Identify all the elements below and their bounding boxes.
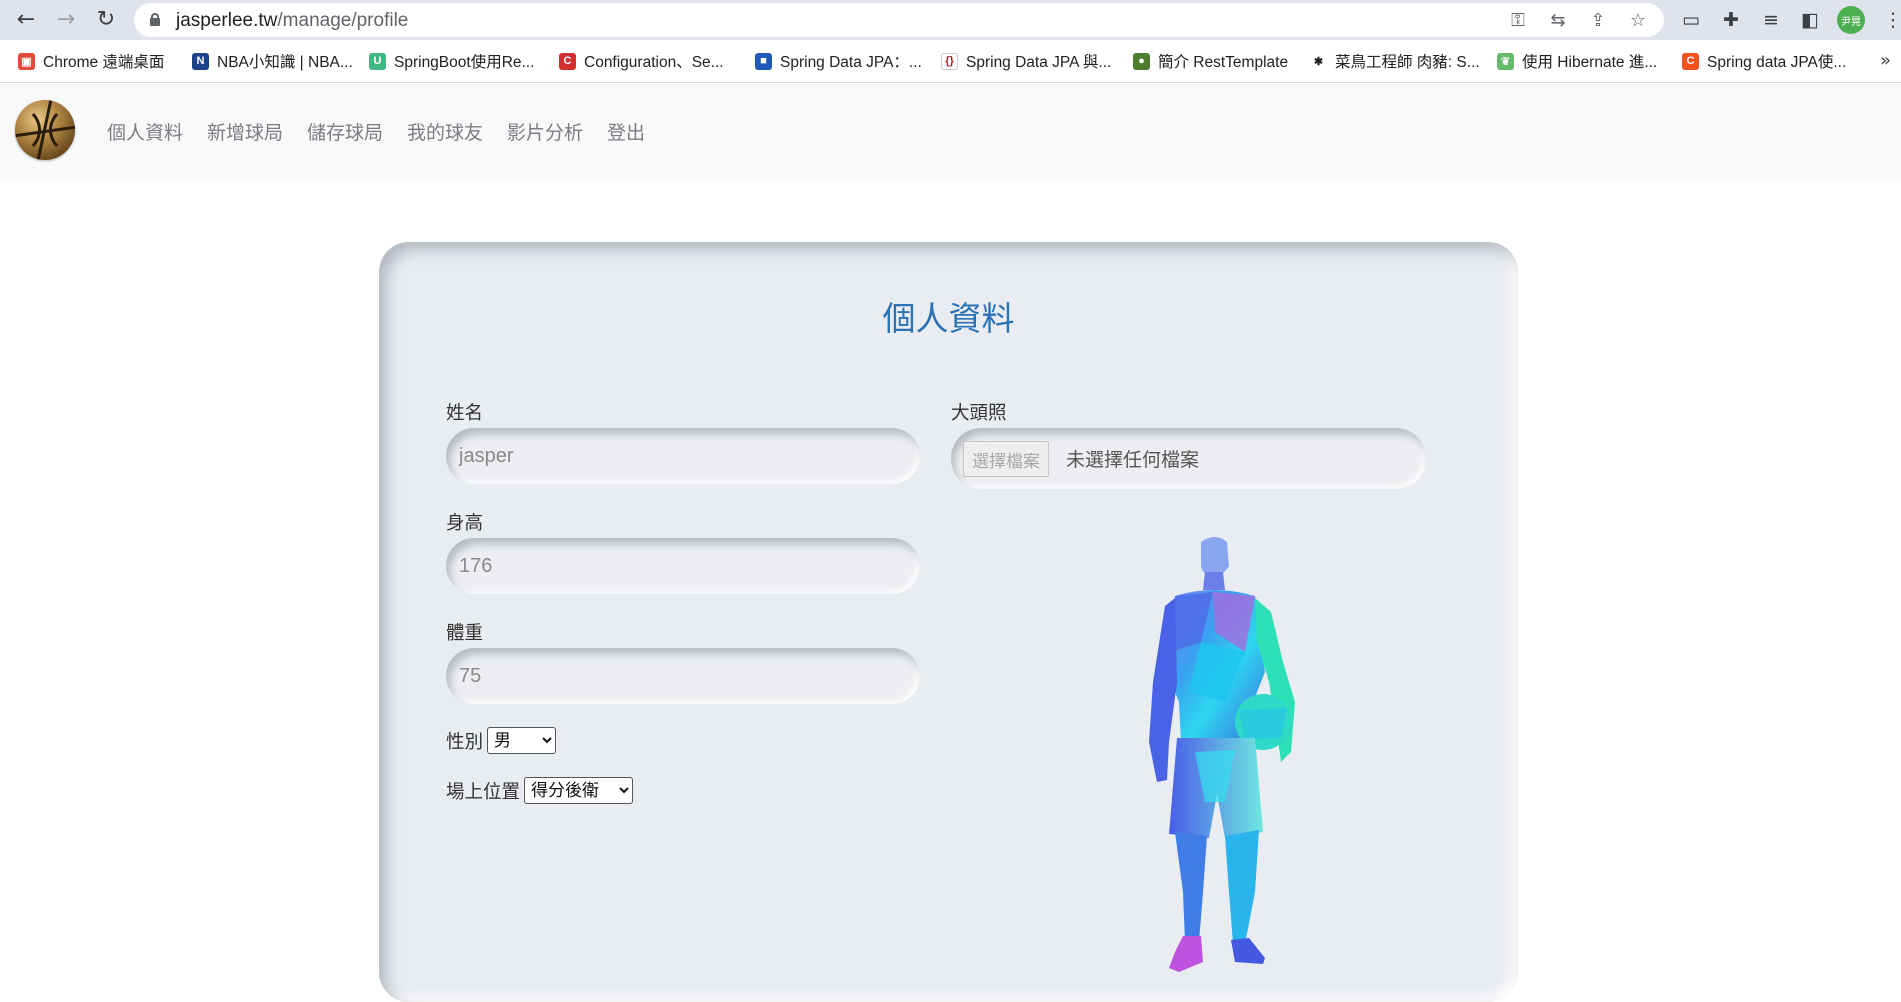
height-input[interactable]	[446, 538, 920, 594]
choose-file-button[interactable]: 選擇檔案	[963, 441, 1049, 477]
profile-card: 個人資料 姓名 身高 體重 性別 男 場上位置 得分後衛 大頭照 選擇檔案 未選…	[379, 242, 1518, 1002]
share-icon[interactable]: ⇪	[1586, 8, 1610, 32]
nav-link-new-game[interactable]: 新增球局	[207, 118, 283, 145]
weight-label: 體重	[446, 623, 484, 644]
nav-link-profile[interactable]: 個人資料	[107, 118, 183, 145]
bookmark-favicon-icon: C	[1682, 52, 1699, 70]
bookmark-item[interactable]: N NBA小知識 | NBA...	[192, 50, 353, 72]
bookmark-favicon-icon: ❦	[1497, 52, 1514, 70]
nav-link-video-analysis[interactable]: 影片分析	[507, 118, 583, 145]
gender-select[interactable]: 男	[487, 727, 557, 754]
side-panel-icon[interactable]: ◧	[1797, 7, 1823, 33]
nav-link-logout[interactable]: 登出	[607, 118, 645, 145]
bookmark-item[interactable]: ❦ 使用 Hibernate 進...	[1497, 50, 1657, 72]
bookmark-item[interactable]: {} Spring Data JPA 與...	[941, 50, 1111, 72]
key-icon[interactable]: ⚿	[1506, 8, 1530, 32]
bookmark-item[interactable]: ■ Spring Data JPA：...	[755, 50, 922, 72]
translate-icon[interactable]: ⇆	[1546, 8, 1570, 32]
cast-icon[interactable]: ▭	[1678, 7, 1704, 33]
file-status-text: 未選擇任何檔案	[1066, 449, 1200, 471]
more-menu-icon[interactable]: ⋮	[1880, 7, 1901, 33]
forward-arrow-icon[interactable]: →	[52, 6, 80, 34]
bookmark-favicon-icon: ●	[1133, 52, 1150, 70]
position-row: 場上位置 得分後衛	[446, 777, 634, 804]
bookmarks-bar: ▣ Chrome 遠端桌面 N NBA小知識 | NBA... U SpringBoo…	[0, 40, 1901, 83]
bookmark-item[interactable]: C Configuration、Se...	[559, 50, 724, 72]
gender-row: 性別 男	[446, 727, 557, 754]
bookmark-item[interactable]: U SpringBoot使用Re...	[369, 50, 534, 72]
back-arrow-icon[interactable]: ←	[12, 6, 40, 34]
basketball-logo-icon[interactable]	[15, 100, 75, 160]
bookmark-item[interactable]: ▣ Chrome 遠端桌面	[18, 50, 164, 72]
bookmark-favicon-icon: C	[559, 52, 576, 70]
bookmark-item[interactable]: ● 簡介 RestTemplate	[1133, 50, 1288, 72]
name-input[interactable]	[446, 428, 920, 484]
extensions-puzzle-icon[interactable]: ✚	[1718, 7, 1744, 33]
reload-icon[interactable]: ↻	[92, 6, 120, 34]
weight-input[interactable]	[446, 648, 920, 704]
bookmark-favicon-icon: {}	[941, 52, 958, 70]
bookmark-favicon-icon: N	[192, 52, 209, 70]
bookmark-favicon-icon: ✱	[1310, 52, 1327, 70]
position-select[interactable]: 得分後衛	[524, 777, 634, 804]
avatar-label: 大頭照	[951, 403, 1007, 424]
bookmark-item[interactable]: C Spring data JPA使...	[1682, 50, 1846, 72]
avatar-file-input[interactable]: 選擇檔案 未選擇任何檔案	[951, 428, 1426, 489]
media-queue-icon[interactable]: ≡	[1758, 7, 1784, 33]
profile-avatar[interactable]: 尹晃	[1837, 6, 1865, 34]
address-bar[interactable]: jasperlee.tw/manage/profile ⚿ ⇆ ⇪ ☆	[134, 3, 1664, 37]
name-label: 姓名	[446, 403, 484, 424]
nav-link-my-friends[interactable]: 我的球友	[407, 118, 483, 145]
height-label: 身高	[446, 513, 484, 534]
bookmark-favicon-icon: U	[369, 52, 386, 70]
star-icon[interactable]: ☆	[1626, 8, 1650, 32]
player-silhouette-image	[1149, 537, 1295, 972]
bookmark-item[interactable]: ✱ 菜鳥工程師 肉豬: S...	[1310, 50, 1480, 72]
bookmarks-overflow-icon[interactable]: »	[1880, 50, 1891, 71]
url-text[interactable]: jasperlee.tw/manage/profile	[176, 10, 408, 32]
site-navbar: 個人資料 新增球局 儲存球局 我的球友 影片分析 登出	[0, 84, 1901, 180]
page-title: 個人資料	[882, 299, 1015, 338]
gender-label: 性別	[446, 731, 484, 753]
lock-icon[interactable]	[150, 13, 160, 26]
position-label: 場上位置	[446, 781, 521, 803]
bookmark-favicon-icon: ■	[755, 52, 772, 70]
nav-link-saved-games[interactable]: 儲存球局	[307, 118, 383, 145]
bookmark-favicon-icon: ▣	[18, 52, 35, 70]
browser-toolbar: ← → ↻ jasperlee.tw/manage/profile ⚿ ⇆ ⇪ …	[0, 0, 1901, 40]
